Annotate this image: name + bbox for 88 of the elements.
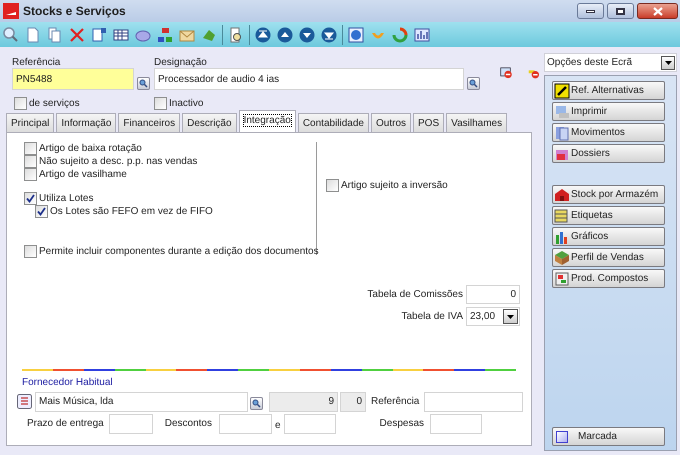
checkbox-label: Os Lotes são FEFO em vez de FIFO: [50, 205, 213, 219]
checkbox[interactable]: [24, 155, 37, 168]
minimize-button[interactable]: [577, 3, 604, 19]
checkbox[interactable]: [154, 97, 167, 110]
marked-button[interactable]: Marcada: [552, 427, 665, 446]
option-button[interactable]: Stock por Armazém: [552, 185, 665, 204]
restore-button[interactable]: [607, 3, 634, 19]
close-icon: [652, 6, 662, 16]
option-button[interactable]: Movimentos: [552, 123, 665, 142]
designation-field[interactable]: Processador de audio 4 ias: [154, 68, 464, 90]
checkbox[interactable]: [24, 245, 37, 258]
checkbox-label: Artigo sujeito a inversão: [341, 179, 448, 193]
option-button[interactable]: Imprimir: [552, 102, 665, 121]
option-button[interactable]: Gráficos: [552, 227, 665, 246]
documents-icon: [554, 124, 570, 140]
field-label: Referência: [12, 56, 62, 68]
search-button[interactable]: [250, 396, 263, 410]
components-icon: [554, 270, 570, 286]
tab[interactable]: Contabilidade: [298, 113, 369, 132]
next-icon[interactable]: [298, 26, 316, 44]
expenses-field[interactable]: [430, 414, 482, 434]
list-icon[interactable]: [17, 394, 32, 409]
search-button[interactable]: [467, 77, 480, 90]
window-remove-icon[interactable]: [500, 65, 514, 81]
cube-icon: [554, 250, 570, 266]
checkbox[interactable]: [24, 168, 37, 181]
option-button[interactable]: Prod. Compostos: [552, 269, 665, 288]
checkbox[interactable]: [24, 192, 37, 205]
tab[interactable]: Informação: [56, 113, 116, 132]
checkbox-label: Artigo de baixa rotação: [39, 142, 142, 156]
commission-field[interactable]: 0: [466, 285, 520, 304]
checkbox[interactable]: [326, 179, 339, 192]
caret-icon: [664, 60, 672, 64]
option-button[interactable]: Etiquetas: [552, 206, 665, 225]
labels-icon: [554, 208, 570, 224]
window-title: Stocks e Serviços: [23, 3, 126, 20]
supplier-field[interactable]: Mais Música, lda: [35, 392, 248, 412]
first-icon[interactable]: [254, 26, 272, 44]
section-title: Fornecedor Habitual: [22, 376, 114, 390]
checkbox[interactable]: [14, 97, 27, 110]
vat-dropdown[interactable]: 23,00: [466, 307, 520, 326]
caret-icon: [507, 314, 514, 318]
reference-field[interactable]: PN5488: [12, 68, 134, 90]
tab[interactable]: Integração: [238, 110, 296, 132]
network-icon[interactable]: [156, 26, 174, 44]
field-label: Despesas: [380, 417, 424, 431]
form-icon[interactable]: [90, 26, 108, 44]
checkbox-label: Artigo de vasilhame: [39, 168, 127, 182]
warehouse-icon: [554, 186, 570, 202]
tab[interactable]: Vasilhames: [446, 113, 508, 132]
checkbox[interactable]: [24, 142, 37, 155]
checkbox-label: Permite incluir componentes durante a edição dos documentos: [39, 245, 319, 259]
option-button[interactable]: Perfil de Vendas: [552, 248, 665, 267]
field-label: Tabela de Comissões: [367, 288, 463, 302]
tab[interactable]: Principal: [6, 113, 54, 132]
option-button[interactable]: Ref. Alternativas: [552, 81, 665, 100]
printer-icon: [554, 104, 570, 120]
field-label: Descontos: [164, 417, 212, 431]
search-button[interactable]: [137, 77, 150, 90]
field-label: Tabela de IVA: [401, 310, 463, 324]
checkbox-label: Inactivo: [169, 97, 204, 111]
field-label: Designação: [154, 56, 208, 68]
tab[interactable]: Descrição: [182, 113, 237, 132]
checkbox-label: Utiliza Lotes: [39, 192, 94, 206]
supplier-sub-field[interactable]: 0: [340, 392, 366, 412]
tab[interactable]: Financeiros: [118, 113, 180, 132]
close-button[interactable]: [637, 3, 678, 19]
discount-field[interactable]: [218, 414, 272, 434]
reference-field[interactable]: [424, 392, 524, 412]
field-label: Referência: [371, 395, 420, 409]
checkbox-label: de serviços: [29, 97, 80, 111]
field-label: e: [274, 419, 281, 433]
option-button[interactable]: Dossiers: [552, 144, 665, 163]
delivery-field[interactable]: [108, 414, 153, 434]
app-logo-icon: [3, 3, 19, 19]
search-icon[interactable]: [2, 26, 20, 44]
checkbox-label: Não sujeito a desc. p.p. nas vendas: [39, 155, 198, 169]
supplier-number-field[interactable]: 9: [269, 392, 338, 412]
checkbox[interactable]: [35, 205, 48, 218]
previous-icon[interactable]: [276, 26, 294, 44]
delete-icon[interactable]: [68, 26, 86, 44]
chart-icon[interactable]: [413, 26, 431, 44]
last-icon[interactable]: [320, 26, 338, 44]
options-dropdown[interactable]: Opções deste Ecrã: [544, 53, 677, 72]
discount-field[interactable]: [284, 414, 336, 434]
tab[interactable]: Outros: [371, 113, 412, 132]
tab[interactable]: POS: [413, 113, 444, 132]
field-label: Prazo de entrega: [27, 417, 104, 431]
